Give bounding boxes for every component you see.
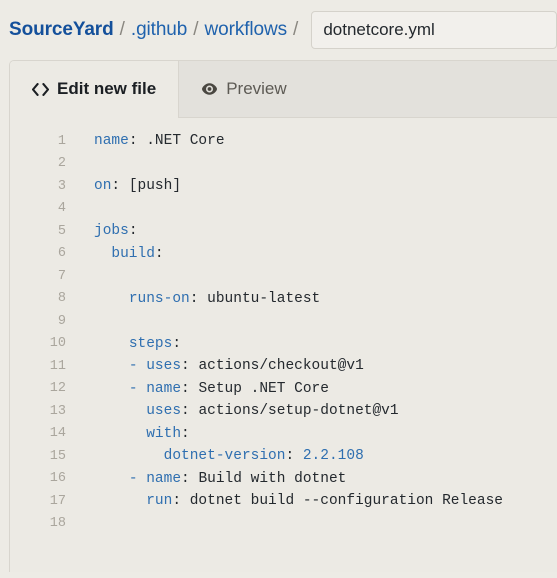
- code-line-text: dotnet-version: 2.2.108: [163, 448, 364, 465]
- line-number: 4: [57, 201, 66, 217]
- line-number: 7: [57, 268, 66, 284]
- line-number: 9: [57, 313, 66, 329]
- code-line-text: runs-on: ubuntu-latest: [128, 290, 321, 307]
- code-line-text: name: .NET Core: [94, 133, 225, 150]
- code-line-text: steps:: [128, 335, 182, 352]
- line-number: 3: [57, 178, 66, 194]
- line-number: 12: [49, 381, 66, 397]
- code-line-text: with:: [146, 425, 190, 442]
- line-number: 18: [49, 516, 66, 532]
- code-line-text: run: dotnet build --configuration Releas…: [146, 493, 503, 510]
- line-number: 2: [57, 156, 66, 172]
- tab-edit-new-file[interactable]: Edit new file: [10, 61, 180, 118]
- line-number: 5: [57, 223, 66, 239]
- line-number: 8: [57, 291, 66, 307]
- code-line-text: jobs:: [94, 223, 138, 240]
- code-line: 8 runs-on: ubuntu-latest: [10, 288, 557, 311]
- code-line: 6 build:: [10, 243, 557, 266]
- code-line: 4: [10, 198, 557, 221]
- code-line: 10 steps:: [10, 333, 557, 356]
- code-line: 9: [10, 310, 557, 333]
- code-line: 2: [10, 153, 557, 176]
- line-number: 11: [49, 358, 66, 374]
- code-line: 16 - name: Build with dotnet: [10, 468, 557, 491]
- code-line: 17 run: dotnet build --configuration Rel…: [10, 490, 557, 513]
- tab-preview-label: Preview: [226, 79, 287, 98]
- line-number: 15: [49, 448, 66, 464]
- code-line-text: - uses: actions/checkout@v1: [128, 358, 364, 375]
- breadcrumb-link-workflows[interactable]: workflows: [205, 19, 288, 41]
- breadcrumb-repo-link[interactable]: SourceYard: [9, 19, 114, 41]
- code-editor-textarea[interactable]: 1 name: .NET Core 2 3 on: [push] 4 5 jobs: 6 bui…: [10, 118, 557, 572]
- code-brackets-icon: [32, 82, 49, 96]
- filename-input[interactable]: [311, 11, 557, 49]
- code-line-text: uses: actions/setup-dotnet@v1: [146, 403, 399, 420]
- code-line: 14 with:: [10, 423, 557, 446]
- breadcrumb: SourceYard / .github / workflows /: [0, 0, 557, 60]
- code-line-text: on: [push]: [94, 178, 182, 195]
- line-number: 16: [49, 471, 66, 487]
- breadcrumb-separator: /: [293, 19, 299, 40]
- code-line: 1 name: .NET Core: [10, 130, 557, 153]
- line-number: 14: [49, 426, 66, 442]
- code-line: 3 on: [push]: [10, 175, 557, 198]
- code-line: 5 jobs:: [10, 220, 557, 243]
- line-number: 6: [57, 246, 66, 262]
- breadcrumb-separator: /: [119, 19, 125, 40]
- code-line: 7: [10, 265, 557, 288]
- eye-icon: [201, 82, 218, 96]
- line-number: 13: [49, 403, 66, 419]
- code-line-text: - name: Setup .NET Core: [128, 380, 329, 397]
- code-line-text: - name: Build with dotnet: [128, 470, 347, 487]
- code-line: 13 uses: actions/setup-dotnet@v1: [10, 400, 557, 423]
- breadcrumb-separator: /: [193, 19, 199, 40]
- editor-tab-bar: Edit new file Preview: [10, 61, 557, 118]
- line-number: 1: [57, 133, 66, 149]
- code-line: 12 - name: Setup .NET Core: [10, 378, 557, 401]
- tab-edit-new-file-label: Edit new file: [57, 79, 157, 98]
- code-line: 18: [10, 513, 557, 536]
- line-number: 10: [49, 336, 66, 352]
- file-editor-panel: Edit new file Preview 1 name: .NET Core 2 3…: [9, 60, 557, 572]
- code-line: 15 dotnet-version: 2.2.108: [10, 445, 557, 468]
- code-line-text: build:: [111, 245, 164, 262]
- tab-preview[interactable]: Preview: [179, 61, 308, 117]
- code-line: 11 - uses: actions/checkout@v1: [10, 355, 557, 378]
- breadcrumb-link-github[interactable]: .github: [131, 19, 187, 41]
- line-number: 17: [49, 493, 66, 509]
